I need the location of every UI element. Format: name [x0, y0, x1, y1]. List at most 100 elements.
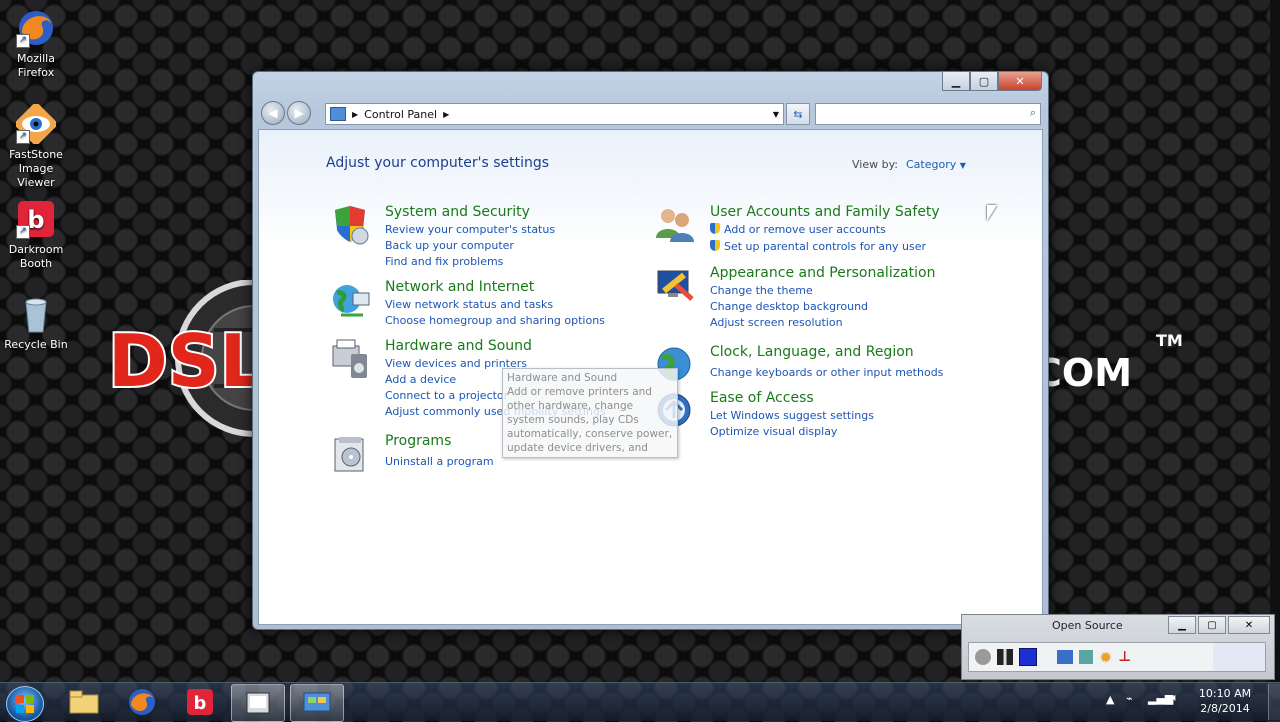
- address-bar[interactable]: ▶ Control Panel ▶ ▼: [325, 103, 784, 125]
- start-button[interactable]: [6, 686, 44, 722]
- power-icon[interactable]: ⌁: [1126, 692, 1133, 705]
- recorder-app-icon: [246, 692, 270, 714]
- view-by-value: Category: [906, 158, 957, 171]
- category-link[interactable]: Choose homegroup and sharing options: [385, 313, 605, 329]
- forward-arrow-icon: ▶: [294, 106, 304, 120]
- control-panel-small-icon: [330, 107, 346, 121]
- user-accounts-icon[interactable]: [654, 204, 696, 246]
- control-panel-icon: [303, 692, 331, 712]
- taskbar-darkroom-booth[interactable]: b: [174, 684, 226, 720]
- firefox-icon: ↗: [16, 8, 56, 48]
- network-signal-icon[interactable]: ▂▄▆: [1148, 692, 1173, 705]
- tooltip-title: Hardware and Sound: [507, 372, 618, 384]
- desktop-icon-recycle-bin[interactable]: Recycle Bin: [0, 294, 72, 352]
- category-link-text: Set up parental controls for any user: [724, 240, 927, 253]
- printer-speaker-icon[interactable]: [329, 338, 371, 380]
- recorder-close-button[interactable]: ✕: [1228, 616, 1270, 634]
- minimize-button[interactable]: ▁: [942, 71, 970, 91]
- category-system-security: System and Security Review your computer…: [329, 204, 629, 268]
- category-network-internet: Network and Internet View network status…: [329, 279, 629, 327]
- mouse-cursor: [987, 205, 997, 221]
- recorder-maximize-button[interactable]: ▢: [1198, 616, 1226, 634]
- desktop-icon-label: FastStone: [9, 148, 63, 161]
- search-control-panel-input[interactable]: ⌕: [815, 103, 1041, 125]
- category-link[interactable]: Find and fix problems: [385, 254, 555, 270]
- category-title[interactable]: Programs: [385, 433, 451, 449]
- category-title[interactable]: Appearance and Personalization: [710, 265, 935, 281]
- darkroom-booth-icon: b ↗: [16, 199, 56, 239]
- category-tooltip: Hardware and Sound Add or remove printer…: [502, 368, 678, 458]
- shield-icon[interactable]: [329, 204, 371, 246]
- desktop-icon-label: Booth: [19, 257, 53, 270]
- refresh-icon: ⇆: [793, 107, 803, 121]
- category-link[interactable]: Set up parental controls for any user: [710, 239, 926, 255]
- close-button[interactable]: ✕: [998, 71, 1042, 91]
- maximize-button[interactable]: ▢: [970, 71, 998, 91]
- switch-icon[interactable]: ⊥: [1118, 649, 1131, 665]
- taskbar-clock[interactable]: 10:10 AM 2/8/2014: [1192, 686, 1258, 716]
- view-by-dropdown[interactable]: Category ▼: [906, 158, 966, 171]
- category-link[interactable]: Add or remove user accounts: [710, 222, 926, 238]
- recorder-panel: [1213, 643, 1265, 671]
- category-link[interactable]: Change desktop background: [710, 299, 868, 315]
- desktop-icon-darkroom-booth[interactable]: b ↗ Darkroom Booth: [0, 199, 72, 271]
- desktop-icon-faststone[interactable]: ↗ FastStone Image Viewer: [0, 101, 72, 190]
- category-link[interactable]: Uninstall a program: [385, 454, 494, 470]
- pause-icon[interactable]: [997, 649, 1013, 665]
- category-title[interactable]: Clock, Language, and Region: [710, 344, 914, 360]
- category-link[interactable]: Back up your computer: [385, 238, 555, 254]
- breadcrumb-separator-icon: ▶: [443, 109, 450, 119]
- stop-icon[interactable]: [1019, 648, 1037, 666]
- taskbar-recorder[interactable]: [231, 684, 285, 722]
- search-icon: ⌕: [1029, 106, 1036, 119]
- category-title[interactable]: Network and Internet: [385, 279, 534, 295]
- back-button[interactable]: ◀: [261, 101, 285, 125]
- svg-text:b: b: [194, 693, 207, 714]
- category-link[interactable]: Change keyboards or other input methods: [710, 365, 943, 381]
- category-link[interactable]: Let Windows suggest settings: [710, 408, 874, 424]
- desktop-icon-label: Image Viewer: [17, 162, 55, 189]
- page-title: Adjust your computer's settings: [326, 155, 550, 171]
- clock-date: 2/8/2014: [1200, 702, 1250, 715]
- taskbar-explorer[interactable]: [58, 684, 110, 720]
- clock-time: 10:10 AM: [1198, 687, 1252, 700]
- back-arrow-icon: ◀: [268, 106, 278, 120]
- map-icon[interactable]: [1079, 650, 1093, 664]
- volume-icon[interactable]: 🔈︎: [1172, 691, 1179, 705]
- show-desktop-button[interactable]: [1268, 684, 1280, 720]
- recorder-minimize-button[interactable]: ▁: [1168, 616, 1196, 634]
- category-link[interactable]: Change the theme: [710, 283, 868, 299]
- desktop-icon-label: Recycle Bin: [4, 338, 68, 351]
- appearance-monitor-icon[interactable]: [654, 265, 696, 307]
- network-globe-icon[interactable]: [329, 279, 371, 321]
- category-link[interactable]: Review your computer's status: [385, 222, 555, 238]
- forward-button[interactable]: ▶: [287, 101, 311, 125]
- view-by-label: View by:: [852, 158, 898, 171]
- category-link[interactable]: View network status and tasks: [385, 297, 605, 313]
- window-controls: ▁ ▢ ✕: [942, 71, 1042, 91]
- faststone-eye-icon: ↗: [13, 101, 59, 147]
- recorder-toolbar: ✹ ⊥: [968, 642, 1266, 672]
- category-title[interactable]: User Accounts and Family Safety: [710, 204, 940, 220]
- desktop-icon-firefox[interactable]: ↗ Mozilla Firefox: [0, 8, 72, 80]
- breadcrumb-control-panel[interactable]: Control Panel: [364, 108, 437, 121]
- programs-box-icon[interactable]: [329, 433, 371, 475]
- taskbar-firefox[interactable]: [116, 684, 168, 720]
- category-link[interactable]: Adjust screen resolution: [710, 315, 868, 331]
- recorder-window: Open Source ▁ ▢ ✕ ✹ ⊥: [961, 614, 1275, 680]
- address-dropdown-icon[interactable]: ▼: [773, 110, 779, 119]
- category-title[interactable]: System and Security: [385, 204, 530, 220]
- sun-icon[interactable]: ✹: [1099, 648, 1112, 667]
- taskbar-control-panel[interactable]: [290, 684, 344, 722]
- record-icon[interactable]: [975, 649, 991, 665]
- category-title[interactable]: Hardware and Sound: [385, 338, 532, 354]
- recycle-bin-icon: [16, 294, 56, 334]
- show-hidden-icons[interactable]: ▲: [1106, 693, 1114, 706]
- control-panel-window: ▁ ▢ ✕ ◀ ▶ ▶ Control Panel ▶ ▼ ⇆ ⌕ Adjust…: [252, 71, 1049, 630]
- tooltip-body: Add or remove printers and other hardwar…: [507, 386, 673, 457]
- category-link[interactable]: Optimize visual display: [710, 424, 874, 440]
- refresh-button[interactable]: ⇆: [786, 103, 810, 125]
- category-link-text: Add or remove user accounts: [724, 223, 886, 236]
- settings-icon[interactable]: [1057, 650, 1073, 664]
- category-title[interactable]: Ease of Access: [710, 390, 814, 406]
